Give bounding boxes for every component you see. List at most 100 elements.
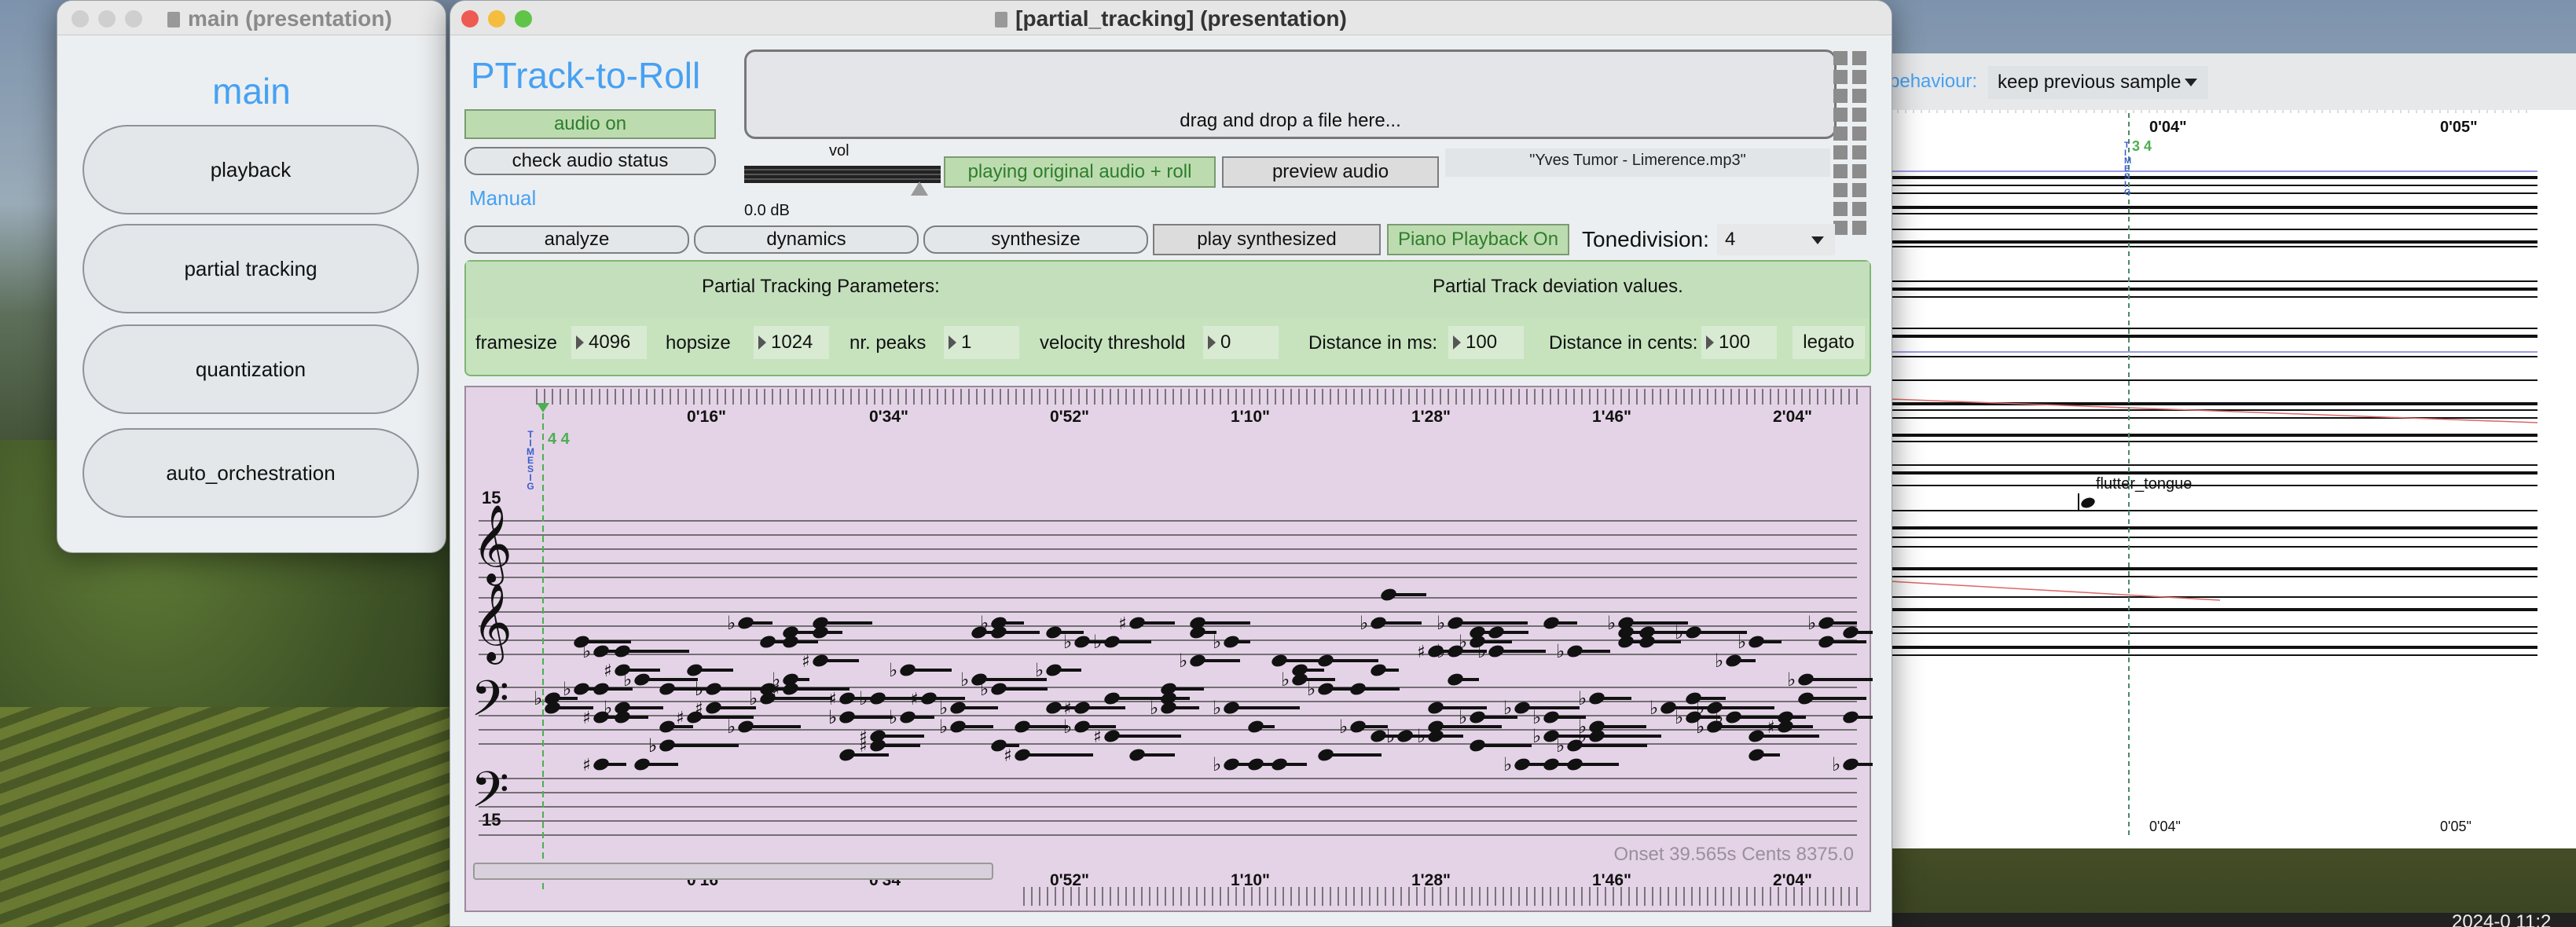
hopsize-input[interactable]: 1024 <box>754 326 829 359</box>
main-titlebar: main (presentation) <box>57 1 446 35</box>
grid-icon-cell <box>1833 183 1848 197</box>
sharp-accidental: ♯ <box>1417 643 1426 662</box>
flat-accidental: ♭ <box>1532 706 1541 728</box>
note-head <box>1514 702 1530 714</box>
flat-accidental: ♭ <box>1459 706 1467 728</box>
note-head <box>738 617 754 629</box>
distance-ms-label: Distance in ms: <box>1308 332 1438 354</box>
distance-ms-input[interactable]: 100 <box>1448 326 1524 359</box>
time-label-top: 0'16" <box>687 408 726 426</box>
behaviour-select[interactable]: keep previous sample <box>1988 66 2208 99</box>
note-head <box>1818 636 1834 648</box>
flat-accidental: ♭ <box>1417 725 1426 747</box>
playing-original-button[interactable]: playing original audio + roll <box>944 156 1216 188</box>
time-label-top: 1'10" <box>1231 408 1270 426</box>
sharp-accidental: ♯ <box>676 709 684 728</box>
note-head <box>839 692 855 705</box>
grid-icon[interactable] <box>1833 51 1877 240</box>
clock: 2024-0 11:2 <box>2452 911 2552 927</box>
auto-orchestration-button[interactable]: auto_orchestration <box>83 428 419 518</box>
quantization-button[interactable]: quantization <box>83 324 419 414</box>
flat-accidental: ♭ <box>1459 631 1467 653</box>
note-head <box>1589 692 1605 705</box>
sharp-accidental: ♯ <box>802 652 810 672</box>
main-heading: main <box>212 71 291 112</box>
synthesize-button[interactable]: synthesize <box>923 225 1148 254</box>
partial-tracking-button[interactable]: partial tracking <box>83 224 419 313</box>
treble-clef-icon: 𝄞 <box>472 583 512 665</box>
note-head <box>593 758 609 771</box>
audio-on-button[interactable]: audio on <box>464 109 716 139</box>
note-head <box>1350 720 1366 733</box>
flat-accidental: ♭ <box>1607 612 1616 634</box>
nr-peaks-input[interactable]: 1 <box>944 326 1019 359</box>
check-audio-button[interactable]: check audio status <box>464 147 716 175</box>
grid-icon-cell <box>1833 126 1848 141</box>
time-label-top: 1'46" <box>1592 408 1631 426</box>
time-signature: 4 4 <box>548 431 571 448</box>
note-head <box>1843 758 1859 771</box>
flat-accidental: ♭ <box>1437 640 1445 662</box>
flat-accidental: ♭ <box>1738 631 1746 653</box>
flat-accidental: ♭ <box>1035 659 1044 681</box>
roll-score[interactable]: 0'16"0'16"0'34"0'34"0'52"0'52"1'10"1'10"… <box>466 387 1873 914</box>
note-head <box>1686 626 1701 639</box>
note-head <box>1428 702 1444 714</box>
sharp-accidental: ♯ <box>772 680 780 700</box>
note-head <box>2081 497 2095 508</box>
piano-roll[interactable]: 0'16" 0'16" 0'34" 0'34" 0'52" 0'52" 1'10" 1'10"… <box>464 386 1873 914</box>
sharp-accidental: ♯ <box>604 661 612 681</box>
legato-toggle[interactable]: legato <box>1793 326 1865 359</box>
sharp-accidental: ♯ <box>582 709 591 728</box>
flat-accidental: ♭ <box>534 687 542 709</box>
note-head <box>1350 683 1366 695</box>
tonedivision-select[interactable]: 4 <box>1717 224 1835 255</box>
flat-accidental: ♭ <box>648 735 657 757</box>
note-head <box>1448 673 1463 686</box>
velocity-threshold-label: velocity threshold <box>1040 332 1186 354</box>
dynamics-button[interactable]: dynamics <box>694 225 919 254</box>
analyze-button[interactable]: analyze <box>464 225 689 254</box>
note-head <box>1015 720 1030 733</box>
document-icon <box>995 12 1008 27</box>
loaded-filename: "Yves Tumor - Limerence.mp3" <box>1445 148 1830 177</box>
grid-icon-cell <box>1852 126 1866 141</box>
time-label-top: 0'05" <box>2440 119 2478 136</box>
note-head <box>1318 654 1334 667</box>
note-head <box>1104 636 1120 648</box>
grid-icon-cell <box>1852 70 1866 84</box>
flat-accidental: ♭ <box>1503 697 1512 719</box>
note-head <box>1248 758 1264 771</box>
velocity-threshold-input[interactable]: 0 <box>1203 326 1279 359</box>
background-roll-window: 0'04" 0'05" 0'04" 0'05" T I M E S I G 3 4 flutter_to… <box>1889 53 2576 848</box>
framesize-input[interactable]: 4096 <box>571 326 647 359</box>
note-head <box>1248 720 1264 733</box>
flat-accidental: ♭ <box>980 612 989 634</box>
playback-button[interactable]: playback <box>83 125 419 214</box>
note-head <box>1749 749 1764 761</box>
note-head <box>1470 739 1485 752</box>
play-synthesized-button[interactable]: play synthesized <box>1153 224 1381 255</box>
note-head <box>1224 758 1239 771</box>
preview-audio-button[interactable]: preview audio <box>1222 156 1439 188</box>
note-head <box>1104 730 1120 742</box>
bass-clef-icon: 𝄢 <box>471 760 509 830</box>
flat-accidental: ♭ <box>749 687 758 709</box>
note-head <box>1046 664 1062 676</box>
grid-icon-cell <box>1833 164 1848 178</box>
file-dropzone[interactable]: drag and drop a file here... <box>744 49 1837 139</box>
app-title: PTrack-to-Roll <box>471 55 701 96</box>
note-head <box>1046 626 1062 639</box>
volume-meter[interactable] <box>744 166 941 183</box>
note-head <box>1567 758 1583 771</box>
flat-accidental: ♭ <box>889 706 897 728</box>
manual-link[interactable]: Manual <box>469 186 536 211</box>
note-head <box>1271 654 1287 667</box>
flat-accidental: ♭ <box>1556 640 1565 662</box>
piano-playback-toggle[interactable]: Piano Playback On <box>1387 224 1569 255</box>
distance-cents-input[interactable]: 100 <box>1701 326 1777 359</box>
note-head <box>1818 617 1834 629</box>
volume-slider-knob[interactable] <box>911 181 928 196</box>
note-head <box>1397 730 1413 742</box>
grid-icon-cell <box>1833 108 1848 122</box>
